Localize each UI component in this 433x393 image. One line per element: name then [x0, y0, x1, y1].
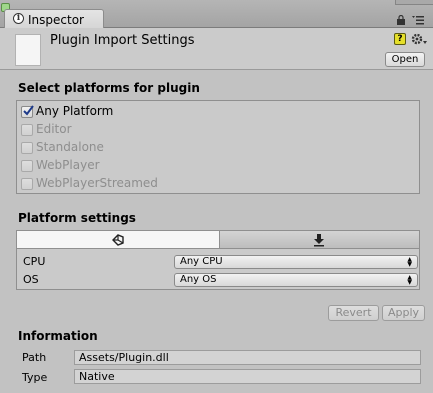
- info-icon: i: [13, 13, 24, 24]
- lock-icon[interactable]: [396, 15, 406, 25]
- path-field[interactable]: Assets/Plugin.dll: [74, 350, 421, 365]
- checkbox-webplayerstreamed: [21, 178, 33, 190]
- path-label: Path: [22, 351, 47, 364]
- platform-settings-title: Platform settings: [18, 211, 136, 225]
- page-title: Plugin Import Settings: [50, 33, 195, 48]
- checkmark-icon: [23, 105, 34, 116]
- platform-label: Editor: [36, 122, 72, 136]
- platform-label: Standalone: [36, 140, 104, 154]
- os-label: OS: [23, 273, 39, 286]
- tab-universal[interactable]: [17, 231, 220, 249]
- checkbox-standalone: [21, 142, 33, 154]
- gear-icon[interactable]: [411, 32, 427, 46]
- platform-list: Any Platform Editor Standalone WebPlayer…: [16, 100, 420, 194]
- dropdown-arrows-icon: ▲ ▼: [407, 274, 412, 286]
- cpu-dropdown[interactable]: Any CPU ▲ ▼: [174, 255, 418, 269]
- checkbox-any-platform[interactable]: [21, 105, 34, 118]
- unity-icon: [112, 234, 124, 246]
- platforms-section-title: Select platforms for plugin: [18, 81, 200, 95]
- tab-standalone[interactable]: [220, 231, 419, 249]
- os-dropdown[interactable]: Any OS ▲ ▼: [174, 273, 418, 287]
- cpu-value: Any CPU: [180, 256, 223, 267]
- menu-icon[interactable]: [412, 15, 424, 25]
- help-icon[interactable]: ?: [394, 33, 406, 45]
- platform-label: WebPlayerStreamed: [36, 176, 158, 190]
- inspector-header: Plugin Import Settings ? Open: [0, 28, 433, 70]
- os-value: Any OS: [180, 274, 217, 285]
- apply-button[interactable]: Apply: [382, 305, 425, 321]
- revert-button[interactable]: Revert: [328, 305, 379, 321]
- checkbox-webplayer: [21, 160, 33, 172]
- tab-label: Inspector: [28, 13, 84, 27]
- file-icon: [15, 34, 41, 66]
- dropdown-arrows-icon: ▲ ▼: [407, 256, 412, 268]
- type-label: Type: [22, 371, 48, 384]
- window-corner: [395, 0, 433, 5]
- platform-settings-panel: CPU Any CPU ▲ ▼ OS Any OS ▲ ▼: [16, 230, 420, 290]
- information-title: Information: [18, 329, 98, 343]
- platform-label: Any Platform: [36, 104, 114, 118]
- tab-inspector[interactable]: i Inspector: [4, 9, 104, 29]
- download-icon: [314, 234, 324, 247]
- open-button[interactable]: Open: [385, 52, 425, 67]
- platform-label: WebPlayer: [36, 158, 100, 172]
- cpu-label: CPU: [23, 255, 46, 268]
- checkbox-editor: [21, 124, 33, 136]
- tab-strip: i Inspector: [0, 0, 433, 29]
- type-field[interactable]: Native: [74, 369, 421, 384]
